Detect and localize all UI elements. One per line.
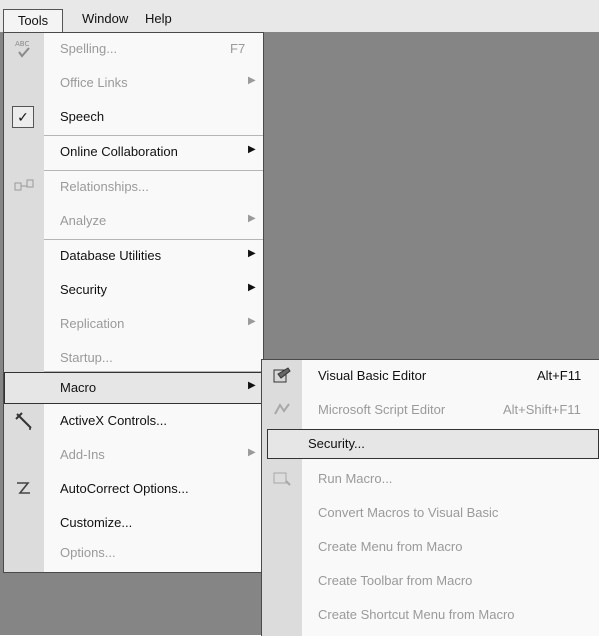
relationships-icon	[14, 179, 34, 191]
menu-item-online-collaboration[interactable]: Online Collaboration ▶	[4, 136, 263, 170]
submenu-item-security[interactable]: Security...	[267, 429, 599, 459]
visual-basic-editor-icon	[273, 367, 291, 383]
menubar-tools[interactable]: Tools	[3, 9, 63, 33]
menu-item-autocorrect-options[interactable]: AutoCorrect Options...	[4, 473, 263, 507]
database-utilities-label: Database Utilities	[60, 248, 162, 263]
startup-label: Startup...	[60, 350, 113, 365]
menubar-window-label: Window	[82, 11, 129, 26]
speech-label: Speech	[60, 109, 105, 124]
analyze-label: Analyze	[60, 213, 107, 228]
autocorrect-pen-icon	[17, 482, 30, 494]
submenu-arrow-icon: ▶	[248, 213, 256, 224]
macro-label: Macro	[60, 380, 97, 395]
menu-item-speech[interactable]: ✓ Speech	[4, 101, 263, 135]
menu-item-analyze[interactable]: Analyze ▶	[4, 205, 263, 239]
security-label: Security	[60, 282, 107, 297]
run-macro-label: Run Macro...	[318, 471, 393, 486]
menu-item-relationships[interactable]: Relationships...	[4, 171, 263, 205]
activex-hammer-icon	[15, 412, 32, 430]
submenu-item-create-toolbar[interactable]: Create Toolbar from Macro	[262, 565, 599, 599]
options-label: Options...	[60, 545, 116, 560]
menubar-window[interactable]: Window	[82, 9, 128, 29]
menu-item-security[interactable]: Security ▶	[4, 274, 263, 308]
submenu-item-create-menu[interactable]: Create Menu from Macro	[262, 531, 599, 565]
run-macro-icon	[273, 472, 291, 486]
menu-bar: Tools Window Help	[0, 0, 599, 33]
menu-item-add-ins[interactable]: Add-Ins ▶	[4, 439, 263, 473]
create-shortcut-menu-label: Create Shortcut Menu from Macro	[318, 607, 515, 622]
customize-label: Customize...	[60, 515, 133, 530]
autocorrect-options-label: AutoCorrect Options...	[60, 481, 189, 496]
spelling-abc-icon: ABC	[15, 40, 30, 58]
create-menu-label: Create Menu from Macro	[318, 539, 463, 554]
submenu-item-visual-basic-editor[interactable]: Visual Basic Editor Alt+F11	[262, 360, 599, 394]
menu-item-options[interactable]: Options...	[4, 537, 263, 571]
menu-item-database-utilities[interactable]: Database Utilities ▶	[4, 240, 263, 274]
spelling-label: Spelling...	[60, 41, 118, 56]
submenu-arrow-icon: ▶	[248, 75, 256, 86]
submenu-arrow-icon: ▶	[248, 380, 256, 391]
submenu-arrow-icon: ▶	[248, 447, 256, 458]
menubar-help[interactable]: Help	[145, 9, 172, 29]
menu-item-macro[interactable]: Macro ▶	[4, 372, 263, 404]
submenu-item-script-editor[interactable]: Microsoft Script Editor Alt+Shift+F11	[262, 394, 599, 428]
office-links-label: Office Links	[60, 75, 128, 90]
script-editor-icon	[274, 403, 290, 415]
script-editor-label: Microsoft Script Editor	[318, 402, 446, 417]
convert-macros-label: Convert Macros to Visual Basic	[318, 505, 499, 520]
menubar-help-label: Help	[145, 11, 172, 26]
macro-security-label: Security...	[308, 436, 365, 451]
submenu-item-convert-macros[interactable]: Convert Macros to Visual Basic	[262, 497, 599, 531]
visual-basic-editor-shortcut: Alt+F11	[537, 368, 582, 383]
menu-item-office-links[interactable]: Office Links ▶	[4, 67, 263, 101]
online-collaboration-label: Online Collaboration	[60, 144, 178, 159]
visual-basic-editor-label: Visual Basic Editor	[318, 368, 427, 383]
menu-item-activex-controls[interactable]: ActiveX Controls...	[4, 405, 263, 439]
menu-item-spelling[interactable]: ABC Spelling... F7	[4, 33, 263, 67]
submenu-arrow-icon: ▶	[248, 144, 256, 155]
submenu-arrow-icon: ▶	[248, 282, 256, 293]
submenu-arrow-icon: ▶	[248, 316, 256, 327]
script-editor-shortcut: Alt+Shift+F11	[503, 402, 581, 417]
tools-menu: ABC Spelling... F7 Office Links ▶ ✓ Spee…	[3, 32, 264, 573]
submenu-item-run-macro[interactable]: Run Macro...	[262, 463, 599, 497]
svg-text:ABC: ABC	[15, 40, 29, 48]
add-ins-label: Add-Ins	[60, 447, 105, 462]
checkmark-icon: ✓	[12, 106, 34, 128]
macro-submenu: Visual Basic Editor Alt+F11 Microsoft Sc…	[261, 359, 599, 636]
spelling-shortcut: F7	[230, 41, 246, 56]
relationships-label: Relationships...	[60, 179, 149, 194]
submenu-arrow-icon: ▶	[248, 248, 256, 259]
activex-controls-label: ActiveX Controls...	[60, 413, 167, 428]
submenu-item-create-shortcut-menu[interactable]: Create Shortcut Menu from Macro	[262, 599, 599, 633]
menu-item-customize[interactable]: Customize...	[4, 507, 263, 541]
replication-label: Replication	[60, 316, 125, 331]
menubar-tools-label: Tools	[17, 13, 49, 28]
create-toolbar-label: Create Toolbar from Macro	[318, 573, 473, 588]
menu-item-replication[interactable]: Replication ▶	[4, 308, 263, 342]
